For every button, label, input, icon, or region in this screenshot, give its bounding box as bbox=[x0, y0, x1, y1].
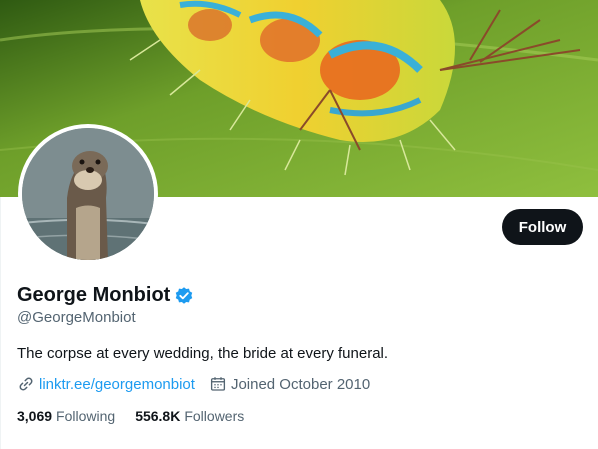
otter-avatar-image bbox=[22, 128, 154, 260]
followers-count: 556.8K bbox=[135, 408, 181, 424]
profile-bio: The corpse at every wedding, the bride a… bbox=[17, 345, 389, 362]
link-icon bbox=[19, 377, 33, 391]
followers-label: Followers bbox=[184, 408, 245, 424]
verified-badge-icon[interactable] bbox=[174, 286, 194, 306]
calendar-icon bbox=[210, 377, 225, 391]
joined-text: Joined October 2010 bbox=[230, 375, 371, 393]
profile-stats: 3,069 Following 556.8K Followers bbox=[17, 408, 244, 424]
follow-button[interactable]: Follow bbox=[502, 209, 583, 245]
following-count: 3,069 bbox=[17, 408, 53, 424]
following-link[interactable]: 3,069 Following bbox=[17, 408, 115, 424]
profile-link-text[interactable]: linktr.ee/georgemonbiot bbox=[39, 376, 195, 393]
profile-meta: linktr.ee/georgemonbiot Joined October 2… bbox=[17, 375, 370, 393]
column-border bbox=[0, 197, 1, 449]
followers-link[interactable]: 556.8K Followers bbox=[135, 408, 244, 424]
profile-handle: @GeorgeMonbiot bbox=[17, 309, 136, 326]
avatar[interactable] bbox=[18, 124, 158, 264]
display-name: George Monbiot bbox=[17, 284, 171, 306]
joined-date: Joined October 2010 bbox=[209, 375, 370, 393]
following-label: Following bbox=[56, 408, 116, 424]
profile-name-row: George Monbiot bbox=[17, 284, 194, 307]
profile-link[interactable]: linktr.ee/georgemonbiot bbox=[17, 375, 195, 393]
